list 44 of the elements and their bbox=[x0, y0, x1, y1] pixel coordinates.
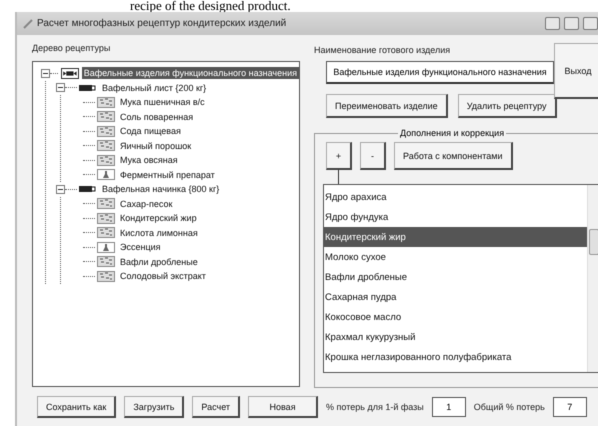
field-label: Общий % потерь bbox=[474, 402, 545, 412]
remove-button[interactable]: - bbox=[360, 142, 386, 170]
list-item[interactable]: Кокосовое масло bbox=[324, 307, 587, 327]
list-item[interactable]: Вафли дробленые bbox=[324, 267, 587, 287]
action-button[interactable]: Удалить рецептуру bbox=[458, 94, 557, 118]
list-item[interactable]: Ядро арахиса bbox=[324, 187, 587, 207]
product-name-field[interactable]: Вафельные изделия функционального назначения bbox=[326, 61, 554, 84]
tree-item[interactable]: Ферментный препарат bbox=[118, 168, 217, 181]
tree-item[interactable]: Соль поваренная bbox=[118, 110, 196, 123]
tree-item[interactable]: Вафли дробленые bbox=[118, 256, 200, 268]
exit-button[interactable]: Выход bbox=[554, 43, 598, 99]
components-button[interactable]: Работа с компонентами bbox=[394, 142, 512, 170]
loss-field[interactable]: 1 bbox=[432, 397, 466, 417]
list-item[interactable]: Крошка неглазированного полуфабриката bbox=[324, 347, 587, 367]
tree-item[interactable]: Эссенция bbox=[118, 241, 162, 254]
tree-item[interactable]: Вафельные изделия функционального назначения bbox=[82, 67, 299, 80]
footer-button[interactable]: Расчет bbox=[192, 396, 240, 418]
footer-button[interactable]: Новая bbox=[248, 396, 318, 418]
list-item[interactable]: Ядро фундука bbox=[324, 207, 587, 227]
tree-item[interactable]: Сода пищевая bbox=[118, 125, 183, 138]
action-button[interactable]: Переименовать изделие bbox=[326, 94, 448, 118]
tree-item[interactable]: Кондитерский жир bbox=[118, 212, 199, 224]
product-label: Наименование готового изделия bbox=[314, 45, 452, 55]
tree-item[interactable]: Мука овсяная bbox=[118, 154, 180, 166]
tree-item[interactable]: Кислота лимонная bbox=[118, 226, 200, 239]
tree-item[interactable]: Яичный порошок bbox=[118, 140, 194, 152]
list-item[interactable]: Крахмал кукурузный bbox=[324, 327, 587, 347]
group-title: Дополнения и коррекция bbox=[399, 128, 506, 138]
tree-item[interactable]: Вафельный лист {200 кг} bbox=[100, 82, 208, 94]
loss-field[interactable]: 7 bbox=[552, 397, 587, 417]
list-item[interactable]: Сахарная пудра bbox=[324, 287, 587, 307]
tree-item[interactable]: Мука пшеничная в/с bbox=[118, 96, 207, 108]
tree-label: Дерево рецептуры bbox=[32, 43, 112, 53]
tree-item[interactable]: Солодовый экстракт bbox=[118, 270, 208, 282]
window-title: Расчет многофазных рецептур кондитерских изделий bbox=[37, 18, 288, 29]
caption-text: recipe of the designed product. bbox=[129, 0, 292, 12]
list-item[interactable]: Молоко сухое bbox=[324, 247, 587, 267]
tree-item[interactable]: Сахар-песок bbox=[118, 198, 174, 210]
tree-item[interactable]: Вафельная начинка {800 кг} bbox=[100, 183, 222, 196]
list-item[interactable]: Кондитерский жир bbox=[324, 227, 587, 247]
field-label: % потерь для 1-й фазы bbox=[326, 402, 424, 412]
add-button[interactable]: + bbox=[326, 142, 352, 170]
footer-button[interactable]: Сохранить как bbox=[37, 396, 116, 418]
footer-button[interactable]: Загрузить bbox=[124, 396, 184, 418]
